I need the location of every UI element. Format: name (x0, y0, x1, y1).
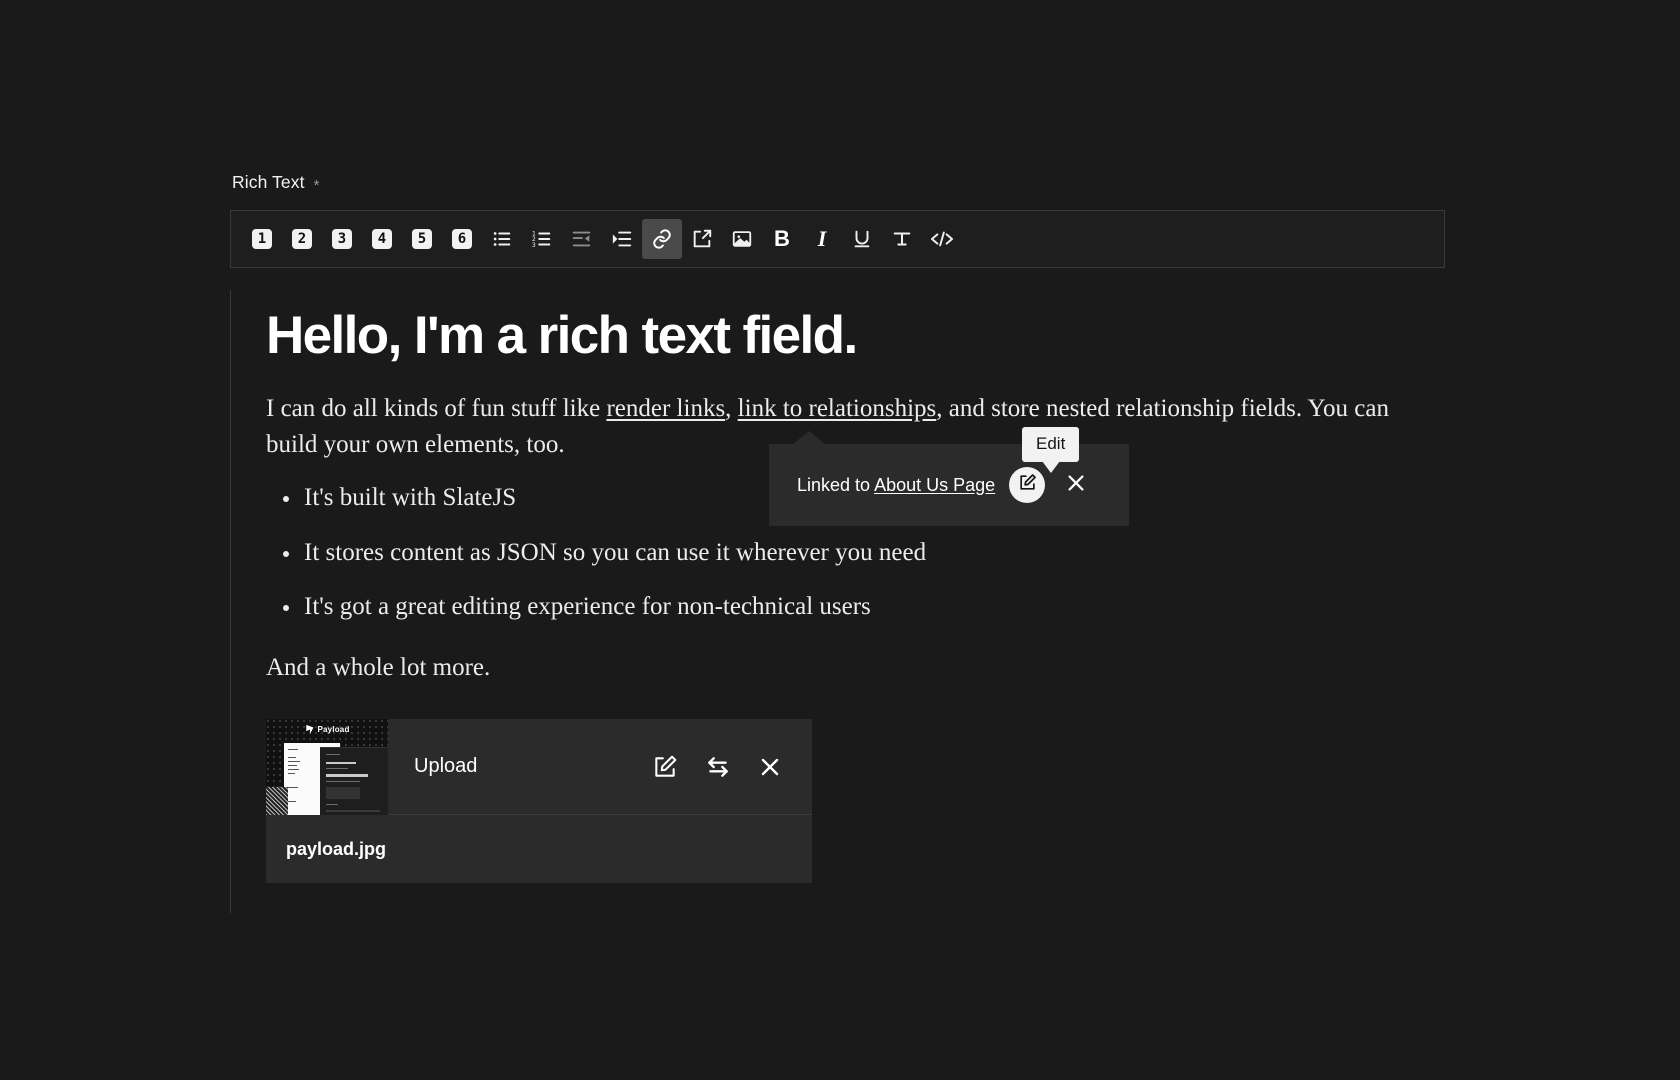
rich-text-field: Rich Text * 1 2 3 4 5 6 1 2 3 B I Hello,… (230, 172, 1445, 914)
link-icon (651, 228, 673, 250)
toolbar-indent-increase-button[interactable] (602, 219, 642, 259)
toolbar-bullet-list-button[interactable] (482, 219, 522, 259)
toolbar-indent-decrease-button[interactable] (562, 219, 602, 259)
toolbar-h4-button[interactable]: 4 (362, 219, 402, 259)
thumbnail-stripes (266, 786, 288, 815)
list-item: It's got a great editing experience for … (266, 591, 1445, 624)
external-link-icon (691, 228, 713, 250)
content-closing-paragraph: And a whole lot more. (266, 653, 491, 681)
edit-upload-icon[interactable] (652, 754, 678, 780)
toolbar-ordered-list-button[interactable]: 1 2 3 (522, 219, 562, 259)
toolbar-italic-button[interactable]: I (802, 219, 842, 259)
inline-link-render-links[interactable]: render links (606, 395, 725, 422)
h5-label: 5 (412, 229, 432, 249)
image-icon (731, 228, 753, 250)
h2-label: 2 (292, 229, 312, 249)
edit-square-icon (1018, 473, 1037, 497)
indent-decrease-icon (571, 228, 593, 250)
h3-label: 3 (332, 229, 352, 249)
h6-label: 6 (452, 229, 472, 249)
link-edit-button[interactable] (1009, 467, 1046, 503)
upload-thumbnail: Payload (266, 718, 388, 815)
richtext-editor-body[interactable]: Hello, I'm a rich text field. I can do a… (230, 290, 1445, 914)
toolbar-h6-button[interactable]: 6 (442, 219, 482, 259)
underline-icon (851, 228, 873, 250)
richtext-toolbar: 1 2 3 4 5 6 1 2 3 B I (230, 210, 1445, 268)
toolbar-bold-button[interactable]: B (762, 219, 802, 259)
upload-block[interactable]: Payload Upload payload.jpg (266, 718, 812, 884)
toolbar-relationship-button[interactable] (682, 219, 722, 259)
payload-logo: Payload (304, 724, 350, 734)
field-label-text: Rich Text (232, 172, 305, 192)
ordered-list-icon: 1 2 3 (531, 228, 553, 250)
toolbar-code-button[interactable] (922, 219, 962, 259)
inline-link-relationships[interactable]: link to relationships (738, 395, 937, 422)
payload-wordmark: Payload (317, 724, 350, 734)
toolbar-strikethrough-button[interactable] (882, 219, 922, 259)
required-marker: * (313, 177, 320, 194)
upload-footer: payload.jpg (266, 815, 812, 884)
strikethrough-icon (891, 228, 913, 250)
link-popup-target[interactable]: About Us Page (874, 475, 995, 495)
upload-filename: payload.jpg (286, 838, 387, 859)
toolbar-underline-button[interactable] (842, 219, 882, 259)
remove-upload-icon[interactable] (758, 755, 782, 779)
toolbar-h2-button[interactable]: 2 (282, 219, 322, 259)
italic-icon: I (817, 226, 827, 251)
upload-actions (652, 754, 782, 780)
payload-mark-icon (306, 724, 314, 734)
toolbar-h1-button[interactable]: 1 (242, 219, 282, 259)
list-item: It stores content as JSON so you can use… (266, 537, 1445, 570)
paragraph-text-before: I can do all kinds of fun stuff like (266, 395, 607, 423)
upload-label: Upload (414, 755, 478, 778)
bold-icon: B (774, 226, 790, 251)
link-popup-prefix: Linked to (797, 474, 875, 495)
bullet-list-icon (491, 228, 513, 250)
toolbar-h5-button[interactable]: 5 (402, 219, 442, 259)
paragraph-text-mid: , (725, 395, 738, 423)
swap-upload-icon[interactable] (704, 754, 732, 780)
link-popup-text: Linked to About Us Page (797, 475, 995, 496)
toolbar-h3-button[interactable]: 3 (322, 219, 362, 259)
content-heading: Hello, I'm a rich text field. (266, 306, 858, 365)
indent-increase-icon (611, 228, 633, 250)
toolbar-image-button[interactable] (722, 219, 762, 259)
toolbar-link-button[interactable] (642, 219, 682, 259)
edit-tooltip: Edit (1022, 427, 1080, 473)
thumbnail-dark-window (320, 746, 388, 815)
field-label: Rich Text * (230, 172, 1445, 194)
h4-label: 4 (372, 229, 392, 249)
svg-text:3: 3 (532, 241, 536, 249)
link-close-button[interactable] (1059, 468, 1093, 502)
code-icon (930, 228, 954, 250)
h1-label: 1 (252, 229, 272, 249)
upload-header: Payload Upload (266, 718, 812, 816)
close-icon (1065, 472, 1087, 499)
